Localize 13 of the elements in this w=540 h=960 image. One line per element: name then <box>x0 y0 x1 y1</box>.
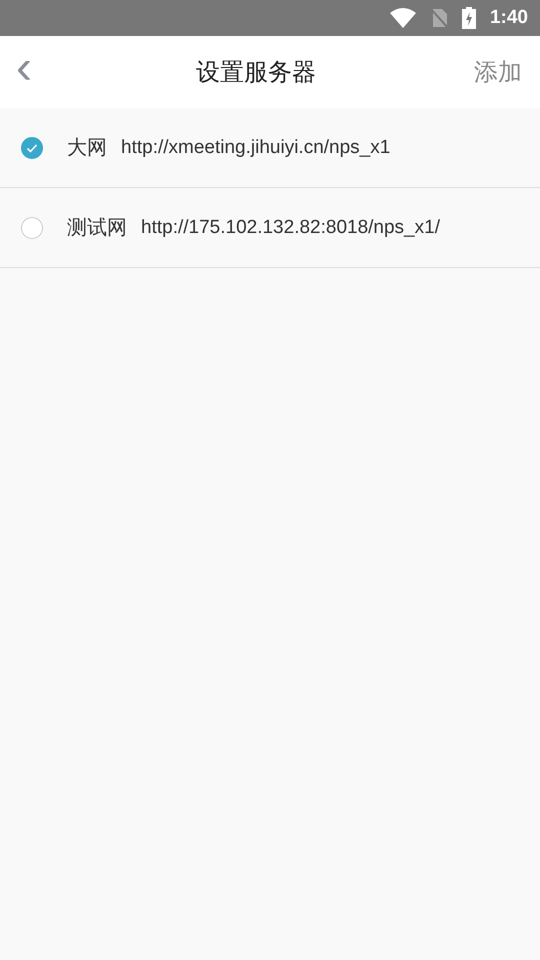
server-url: http://xmeeting.jihuiyi.cn/nps_x1 <box>121 136 390 158</box>
server-item[interactable]: 测试网 http://175.102.132.82:8018/nps_x1/ <box>0 188 540 268</box>
battery-icon <box>462 7 476 29</box>
server-item[interactable]: 大网 http://xmeeting.jihuiyi.cn/nps_x1 <box>0 108 540 188</box>
server-url: http://175.102.132.82:8018/nps_x1/ <box>141 216 440 238</box>
radio-button[interactable] <box>21 136 43 158</box>
status-time: 1:40 <box>490 7 528 29</box>
server-name: 大网 <box>67 134 107 161</box>
wifi-icon <box>390 8 416 28</box>
radio-button[interactable] <box>21 216 43 238</box>
page-title: 设置服务器 <box>196 57 316 88</box>
add-button[interactable]: 添加 <box>474 56 522 88</box>
server-name: 测试网 <box>67 214 127 241</box>
